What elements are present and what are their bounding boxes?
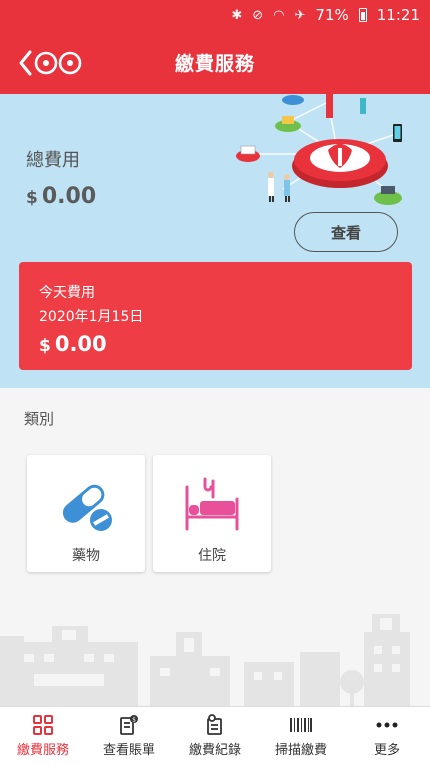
tab-label: 查看賬單 [102,743,155,758]
more-icon [375,714,399,736]
today-fee-label: 今天費用 [39,285,95,301]
app-header: 繳費服務 [0,30,430,94]
category-label: 住院 [198,548,226,564]
barcode-icon [289,714,313,736]
category-hospitalization[interactable]: 住院 [153,455,271,572]
pill-icon [57,477,115,533]
tab-label: 更多 [373,743,400,758]
bluetooth-icon: ✱ [231,7,243,23]
airplane-icon: ✈ [294,7,306,23]
amount-value: 0.00 [41,184,97,209]
battery-percent: 71% [315,6,349,24]
page-title: 繳費服務 [174,52,255,75]
view-button[interactable]: 查看 [294,212,398,252]
back-logo-icon [19,50,82,76]
category-medicine[interactable]: 藥物 [27,455,145,572]
category-label: 藥物 [72,548,100,564]
tab-label: 繳費服務 [16,743,69,758]
tab-payment-record[interactable]: 繳費紀錄 [172,707,258,765]
tab-payment-service[interactable]: 繳費服務 [0,707,86,765]
currency-symbol: $ [39,336,51,356]
clock: 11:21 [376,6,420,24]
bottom-tab-bar: 繳費服務 $ 查看賬單 繳費紀錄 掃描繳費 更多 [0,706,430,765]
today-fee-amount: $0.00 [39,332,392,356]
city-skyline-illustration [0,614,410,708]
back-button[interactable] [18,48,86,78]
amount-value: 0.00 [54,332,107,356]
tab-more[interactable]: 更多 [344,707,430,765]
tab-scan-pay[interactable]: 掃描繳費 [258,707,344,765]
today-fee-card: 今天費用 2020年1月15日 $0.00 [19,262,412,370]
hospital-bed-icon [183,477,241,533]
record-icon [204,714,226,736]
mute-icon: ⊘ [252,7,264,23]
hospital-network-illustration [236,94,402,205]
status-bar: ✱ ⊘ ◠ ✈ 71% 11:21 [0,0,430,30]
tab-view-bill[interactable]: $ 查看賬單 [86,707,172,765]
battery-icon [358,8,367,22]
tab-label: 掃描繳費 [274,743,327,758]
category-heading: 類別 [24,410,55,428]
total-fee-label: 總費用 [26,150,80,171]
today-date: 2020年1月15日 [39,309,144,325]
tab-label: 繳費紀錄 [188,743,241,758]
wifi-icon: ◠ [273,7,285,23]
payment-service-icon [32,714,54,736]
bill-icon: $ [118,714,140,736]
svg-text:$: $ [132,717,136,724]
total-fee-amount: $0.00 [26,184,96,209]
currency-symbol: $ [26,188,38,208]
